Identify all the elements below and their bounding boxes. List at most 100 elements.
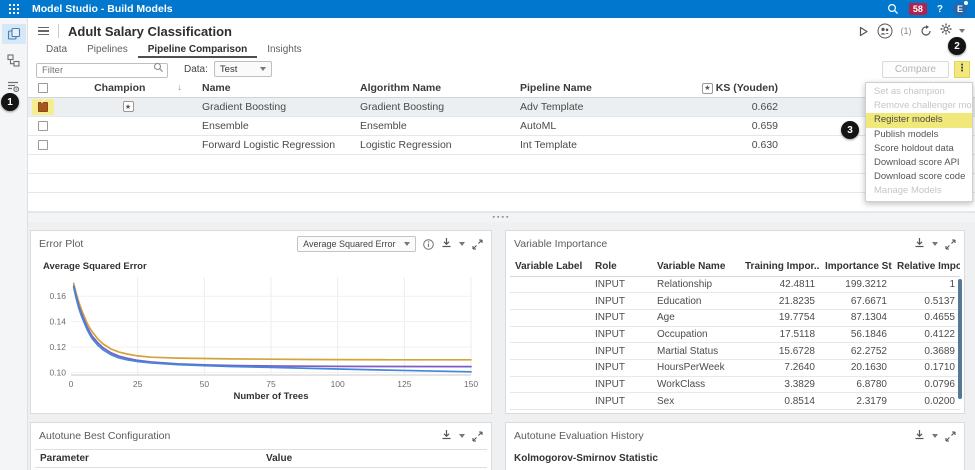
avatar-initial: E (957, 4, 963, 14)
table-row[interactable]: INPUTWorkClass3.38296.87800.0796 (510, 376, 960, 393)
svg-text:0: 0 (69, 379, 74, 389)
caret-down-icon (932, 434, 938, 438)
table-row[interactable]: INPUTOccupation17.511856.18460.4122 (510, 326, 960, 343)
tab-pipelines[interactable]: Pipelines (77, 44, 138, 58)
tab-data[interactable]: Data (36, 44, 77, 58)
column-header[interactable]: Variable Label (510, 257, 590, 276)
model-row[interactable]: EnsembleEnsembleAutoML0.659 (28, 116, 975, 135)
column-header-name[interactable]: Name (198, 80, 356, 97)
download-control[interactable] (914, 235, 938, 253)
info-icon[interactable] (423, 239, 434, 250)
cell-name: Forward Logistic Regression (198, 135, 356, 154)
download-control[interactable] (441, 235, 465, 253)
table-row[interactable]: INPUTHoursPerWeek7.264020.16300.1710 (510, 359, 960, 376)
model-row[interactable]: ★Gradient BoostingGradient BoostingAdv T… (28, 97, 975, 116)
cell-ks: 0.630 (681, 135, 786, 154)
gear-icon (940, 23, 952, 35)
table-row[interactable]: INPUTRelationship42.4811199.32121 (510, 276, 960, 293)
column-header[interactable]: Role (590, 257, 652, 276)
error-plot-chart: 0.100.120.140.160255075100125150Average … (31, 257, 491, 412)
avatar[interactable]: E (953, 2, 967, 16)
app-switcher-icon[interactable] (9, 4, 20, 15)
filter-toolbar: Data: Test Compare ⋮ (28, 58, 975, 80)
divider (58, 24, 59, 38)
column-header-algorithm[interactable]: Algorithm Name (356, 80, 516, 97)
download-icon (441, 429, 452, 440)
row-checkbox[interactable] (38, 140, 48, 150)
champion-metric-icon: ★ (702, 83, 713, 94)
table-row[interactable]: INPUTSex0.85142.31790.0200 (510, 393, 960, 410)
panel-title: Autotune Best Configuration (39, 430, 170, 442)
cell-name: Gradient Boosting (198, 97, 356, 116)
tab-pipeline-comparison[interactable]: Pipeline Comparison (138, 44, 257, 58)
results-area: Error Plot Average Squared Error 0.100.1… (28, 222, 975, 470)
column-header[interactable]: Training Impor... (740, 257, 820, 276)
table-row[interactable]: INPUTEducation21.823567.66710.5137 (510, 293, 960, 310)
expand-icon[interactable] (945, 239, 956, 250)
share-users-icon[interactable] (877, 23, 893, 39)
expand-icon[interactable] (472, 431, 483, 442)
column-header[interactable]: Relative Import... (892, 257, 960, 276)
data-select-value: Test (220, 64, 237, 75)
expand-icon[interactable] (945, 431, 956, 442)
column-header[interactable]: Importance St... (820, 257, 892, 276)
panel-title: Autotune Evaluation History (514, 430, 644, 442)
project-menu-icon[interactable] (38, 27, 49, 36)
tab-insights[interactable]: Insights (257, 44, 311, 58)
empty-row (28, 173, 975, 192)
more-actions-menu: Set as championRemove challenger modelsR… (865, 82, 973, 202)
rail-item-compare[interactable] (2, 50, 26, 70)
rail-item-pipelines[interactable] (2, 24, 26, 44)
more-actions-kebab-button[interactable]: ⋮ (954, 61, 970, 78)
app-title: Model Studio - Build Models (32, 3, 173, 15)
table-header-row: Champion↓ Name Algorithm Name Pipeline N… (28, 80, 975, 97)
menu-item-download-score-code[interactable]: Download score code (866, 170, 972, 184)
download-control[interactable] (441, 427, 465, 445)
caret-down-icon (459, 434, 465, 438)
search-icon[interactable] (887, 3, 899, 15)
column-header-champion[interactable]: Champion↓ (58, 80, 198, 97)
svg-text:100: 100 (331, 379, 345, 389)
expand-icon[interactable] (472, 239, 483, 250)
data-select-label: Data: (184, 64, 208, 75)
help-icon[interactable]: ? (937, 4, 943, 15)
notifications-badge[interactable]: 58 (909, 3, 927, 15)
select-all-checkbox[interactable] (38, 83, 48, 93)
menu-item-manage-models: Manage Models (866, 184, 972, 198)
column-header-ks[interactable]: ★ KS (Youden) (681, 80, 786, 97)
cell-pipeline: Adv Template (516, 97, 681, 116)
column-header[interactable]: Variable Name (652, 257, 740, 276)
svg-text:0.12: 0.12 (49, 342, 66, 352)
page-title: Adult Salary Classification (68, 24, 232, 39)
pipeline-comparison-table: Champion↓ Name Algorithm Name Pipeline N… (28, 80, 975, 212)
table-scrollbar[interactable] (958, 279, 962, 399)
menu-item-download-score-api[interactable]: Download score API (866, 156, 972, 170)
menu-item-score-holdout-data[interactable]: Score holdout data (866, 142, 972, 156)
row-checkbox[interactable] (38, 102, 48, 112)
table-row[interactable]: INPUTAge19.775487.13040.4655 (510, 309, 960, 326)
panel-splitter[interactable]: ▪▪▪▪ (28, 212, 975, 223)
cell-ks: 0.662 (681, 97, 786, 116)
empty-row (28, 192, 975, 211)
run-pipeline-icon[interactable] (858, 26, 869, 37)
download-icon (914, 429, 925, 440)
tutorial-highlight (32, 99, 54, 115)
column-header-value: Value (261, 450, 487, 468)
column-header-pipeline[interactable]: Pipeline Name (516, 80, 681, 97)
compare-button[interactable]: Compare (882, 61, 949, 78)
cell-ks: 0.659 (681, 116, 786, 135)
metric-select[interactable]: Average Squared Error (297, 236, 415, 252)
variable-importance-table: Variable LabelRoleVariable NameTraining … (510, 257, 960, 410)
model-row[interactable]: Forward Logistic RegressionLogistic Regr… (28, 135, 975, 154)
table-row[interactable]: INPUTMartial Status15.672862.27520.3689 (510, 343, 960, 360)
download-control[interactable] (914, 427, 938, 445)
menu-item-register-models[interactable]: Register models (866, 113, 972, 127)
filter-input[interactable] (36, 63, 168, 78)
left-app-rail (0, 18, 28, 470)
data-select[interactable]: Test (214, 61, 272, 77)
row-checkbox[interactable] (38, 121, 48, 131)
sort-desc-icon: ↓ (178, 82, 183, 92)
svg-text:50: 50 (200, 379, 210, 389)
refresh-icon[interactable] (920, 25, 932, 37)
menu-item-publish-models[interactable]: Publish models (866, 128, 972, 142)
